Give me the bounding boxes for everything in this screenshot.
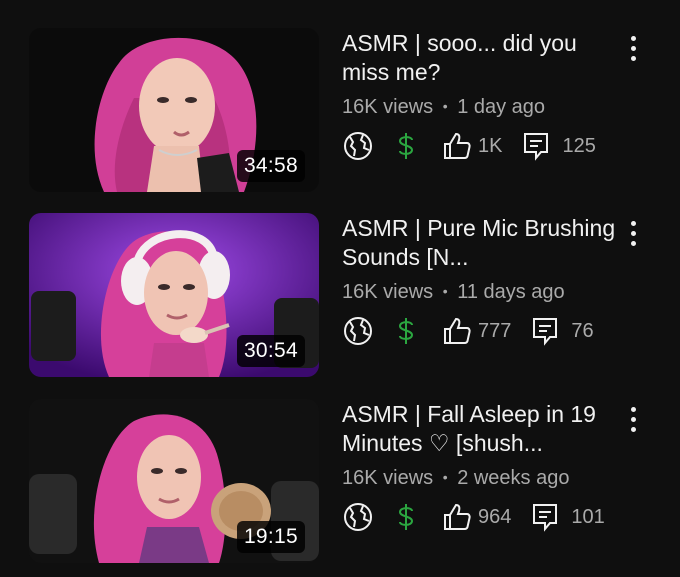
video-meta: 16K views • 11 days ago: [342, 281, 565, 304]
video-thumbnail[interactable]: 19:15: [29, 399, 319, 563]
more-options-icon[interactable]: [621, 217, 645, 249]
video-item[interactable]: 19:15 ASMR | Fall Asleep in 19 Minutes ♡…: [0, 399, 680, 563]
comment-icon: [531, 502, 559, 532]
thumbs-up-icon: [442, 131, 472, 161]
dollar-icon: [396, 130, 416, 162]
video-title[interactable]: ASMR | Pure Mic Brushing Sounds [N...: [342, 214, 620, 272]
view-count: 16K views: [342, 281, 434, 303]
more-options-icon[interactable]: [621, 32, 645, 64]
thumbs-up-icon: [442, 502, 472, 532]
video-title[interactable]: ASMR | sooo... did you miss me?: [342, 29, 620, 87]
video-duration: 30:54: [236, 335, 305, 367]
meta-separator: •: [442, 98, 448, 114]
video-title[interactable]: ASMR | Fall Asleep in 19 Minutes ♡ [shus…: [342, 400, 620, 458]
meta-separator: •: [442, 283, 448, 299]
meta-separator: •: [442, 469, 448, 485]
thumbs-up-icon: [442, 316, 472, 346]
globe-icon: [342, 130, 374, 162]
video-duration: 34:58: [236, 150, 305, 182]
publish-age: 1 day ago: [457, 96, 546, 118]
like-count: 1K: [478, 134, 503, 157]
publish-age: 11 days ago: [457, 281, 565, 303]
dollar-icon: [396, 501, 416, 533]
video-stats: 964 101: [342, 500, 605, 534]
publish-age: 2 weeks ago: [457, 467, 570, 489]
video-meta: 16K views • 1 day ago: [342, 96, 545, 119]
comment-icon: [531, 316, 559, 346]
globe-icon: [342, 315, 374, 347]
video-meta: 16K views • 2 weeks ago: [342, 467, 569, 490]
video-thumbnail[interactable]: 34:58: [29, 28, 319, 192]
video-thumbnail[interactable]: 30:54: [29, 213, 319, 377]
video-duration: 19:15: [236, 521, 305, 553]
more-options-icon[interactable]: [621, 403, 645, 435]
video-stats: 1K 125: [342, 129, 596, 163]
video-stats: 777 76: [342, 314, 594, 348]
view-count: 16K views: [342, 467, 434, 489]
comment-count: 76: [571, 319, 594, 342]
view-count: 16K views: [342, 96, 434, 118]
comment-icon: [522, 131, 550, 161]
video-item[interactable]: 30:54 ASMR | Pure Mic Brushing Sounds [N…: [0, 213, 680, 377]
comment-count: 101: [571, 505, 605, 528]
comment-count: 125: [562, 134, 596, 157]
video-item[interactable]: 34:58 ASMR | sooo... did you miss me? 16…: [0, 28, 680, 192]
like-count: 777: [478, 319, 512, 342]
dollar-icon: [396, 315, 416, 347]
globe-icon: [342, 501, 374, 533]
like-count: 964: [478, 505, 512, 528]
